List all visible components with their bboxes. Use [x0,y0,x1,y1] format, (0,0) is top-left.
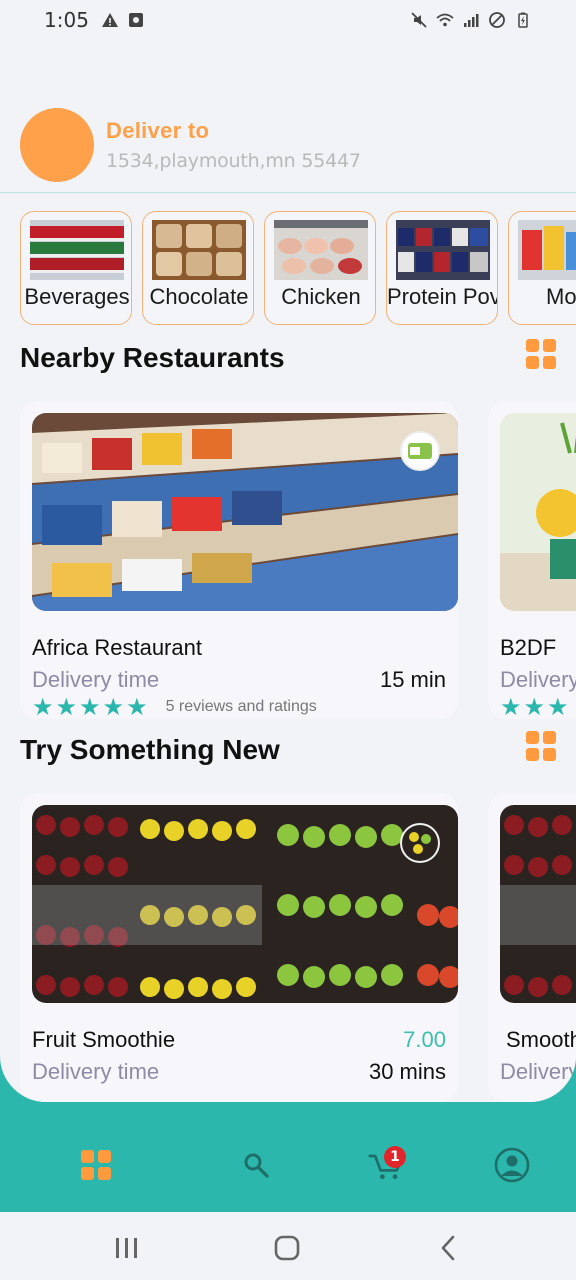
delivery-time-label: Delivery time [500,667,576,692]
reviews-count: 5 reviews and ratings [165,698,317,715]
restaurant-name: Africa Restaurant [32,635,202,660]
category-image [30,220,124,280]
nav-home[interactable] [78,1147,114,1183]
home-button-icon[interactable] [272,1234,302,1262]
product-card[interactable]: Smoothie Delivery time [488,793,576,1102]
category-image [518,220,576,280]
category-chocolate[interactable]: Chocolate [142,211,254,325]
divider [0,192,576,193]
back-icon[interactable] [434,1234,464,1262]
notification-icon [128,13,143,27]
star-icon: ★ [126,693,148,719]
status-time: 1:05 [44,8,89,32]
search-icon [244,1153,269,1178]
product-card[interactable]: Fruit Smoothie 7.00 Delivery time 30 min… [20,793,458,1102]
category-image [152,220,246,280]
star-icon: ★ [102,693,125,719]
cart-badge: 1 [384,1146,406,1168]
wifi-icon [436,13,454,27]
category-image [274,220,368,280]
restaurant-card[interactable]: Africa Restaurant Delivery time 15 min ★… [20,401,458,719]
category-label: Mor [546,284,576,309]
grid-view-icon[interactable] [526,731,556,761]
battery-icon [518,12,528,28]
restaurant-name: B2DF [500,635,557,660]
delivery-time-value: 30 mins [368,1059,446,1084]
restaurant-image [500,413,576,611]
star-icon: ★ [523,693,546,719]
category-label: Beverages [24,284,130,309]
star-icon: ★ [79,693,101,719]
product-image [500,805,576,1003]
delivery-time-value: 15 min [379,667,446,692]
rating-stars: ★ ★ ★ ★ ★ 5 reviews and ratings [32,695,317,719]
section-title-nearby: Nearby Restaurants [20,342,285,373]
status-bar: 1:05 [0,0,576,40]
star-icon: ★ [500,693,522,719]
star-icon: ★ [55,693,78,719]
delivery-time-label: Delivery time [32,1059,160,1084]
blocked-icon [489,12,505,28]
category-more[interactable]: Mor [508,211,576,325]
category-list: Beverages Chocolate Chicken Protein Pov … [20,211,576,325]
main-content: Deliver to 1534,playmouth,mn 55447 Bever… [0,40,576,1102]
profile-icon [494,1147,530,1183]
signal-icon [464,14,479,27]
product-name: Fruit Smoothie [32,1027,176,1052]
category-chicken[interactable]: Chicken [264,211,376,325]
product-price: 7.00 [403,1027,446,1052]
alert-icon [101,13,118,27]
category-image [396,220,490,280]
product-image [32,805,458,1003]
delivery-time-label: Delivery time [32,667,160,692]
nav-profile[interactable] [494,1147,530,1183]
delivery-header: Deliver to 1534,playmouth,mn 55447 [20,108,361,182]
nav-search[interactable] [238,1147,274,1183]
category-label: Chicken [281,284,361,309]
avatar[interactable] [20,108,94,182]
grid-view-icon[interactable] [526,339,556,369]
grid-home-icon [81,1150,111,1180]
star-icon: ★ [32,693,54,719]
product-logo [400,823,440,863]
category-beverages[interactable]: Beverages [20,211,132,325]
category-label: Protein Pov [387,284,498,309]
recent-apps-icon[interactable] [112,1234,142,1262]
restaurant-logo [400,431,440,471]
mute-icon [411,12,427,28]
deliver-to-label: Deliver to [106,118,210,143]
section-title-try-new: Try Something New [20,734,280,765]
rating-stars: ★ ★ ★ [500,695,571,719]
category-label: Chocolate [149,284,249,309]
category-protein-powder[interactable]: Protein Pov [386,211,498,325]
restaurant-card[interactable]: B2DF Delivery time ★ ★ ★ [488,401,576,719]
delivery-time-label: Delivery time [500,1059,576,1084]
restaurant-image [32,413,458,611]
star-icon: ★ [547,693,569,719]
product-name: Smoothie [506,1027,576,1052]
delivery-address[interactable]: 1534,playmouth,mn 55447 [106,150,361,172]
